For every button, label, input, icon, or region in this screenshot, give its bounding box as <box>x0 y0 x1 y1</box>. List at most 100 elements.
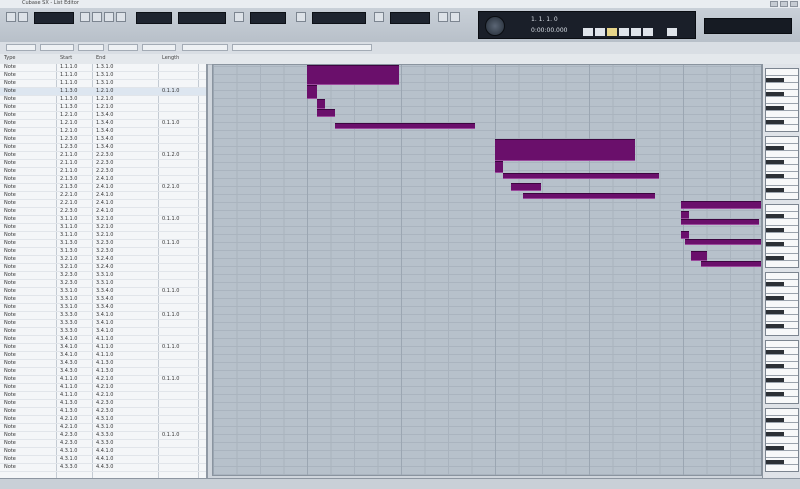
midi-note[interactable] <box>685 239 761 245</box>
midi-note[interactable] <box>495 139 635 161</box>
midi-note[interactable] <box>307 65 399 85</box>
list-row[interactable]: Note 4.1.1.0 4.2.1.0 0.1.1.0 <box>0 376 206 384</box>
note-grid[interactable] <box>212 64 762 476</box>
keyboard-octave[interactable] <box>765 408 799 472</box>
record-button[interactable] <box>643 28 653 36</box>
cycle-button[interactable] <box>607 28 617 36</box>
keyboard-octave[interactable] <box>765 204 799 268</box>
filter-item[interactable] <box>40 44 74 51</box>
list-row[interactable]: Note 3.1.1.0 3.2.1.0 <box>0 232 206 240</box>
list-row[interactable]: Note 3.3.3.0 3.4.1.0 0.1.1.0 <box>0 312 206 320</box>
list-row[interactable]: Note 1.1.3.0 1.2.1.0 <box>0 96 206 104</box>
listen-button[interactable] <box>18 12 28 22</box>
punch-button[interactable] <box>667 28 677 36</box>
list-row[interactable]: Note 2.1.1.0 2.2.3.0 <box>0 160 206 168</box>
forward-button[interactable] <box>595 28 605 36</box>
list-row[interactable]: Note 3.3.3.0 3.4.1.0 <box>0 320 206 328</box>
length-display[interactable] <box>178 12 226 24</box>
midi-note[interactable] <box>511 183 541 191</box>
list-row[interactable]: Note 1.2.3.0 1.3.4.0 <box>0 144 206 152</box>
filter-item[interactable] <box>78 44 104 51</box>
list-row[interactable]: Note 2.2.3.0 2.4.1.0 <box>0 208 206 216</box>
midi-note[interactable] <box>691 251 707 261</box>
column-header-length[interactable]: Length <box>162 55 179 61</box>
list-row[interactable]: Note 3.4.1.0 4.1.1.0 <box>0 336 206 344</box>
filter-item[interactable] <box>182 44 228 51</box>
list-row[interactable]: Note 3.2.1.0 3.2.4.0 <box>0 256 206 264</box>
list-row[interactable]: Note 1.2.1.0 1.3.4.0 0.1.1.0 <box>0 120 206 128</box>
midi-note[interactable] <box>681 231 689 239</box>
zoom-tool-button[interactable] <box>116 12 126 22</box>
midi-note[interactable] <box>317 99 325 109</box>
list-row[interactable]: Note 4.2.3.0 4.3.3.0 <box>0 440 206 448</box>
rewind-button[interactable] <box>583 28 593 36</box>
colors-button[interactable] <box>296 12 306 22</box>
midi-note[interactable] <box>307 85 317 99</box>
list-row[interactable]: Note 4.1.3.0 4.2.3.0 <box>0 408 206 416</box>
keyboard-octave[interactable] <box>765 272 799 336</box>
list-row[interactable]: Note 4.1.3.0 4.2.3.0 <box>0 400 206 408</box>
insert-velocity-display[interactable] <box>250 12 286 24</box>
help-button[interactable] <box>450 12 460 22</box>
list-row[interactable]: Note 1.1.3.0 1.2.1.0 <box>0 104 206 112</box>
solo-button[interactable] <box>6 12 16 22</box>
keyboard-octave[interactable] <box>765 136 799 200</box>
midi-note[interactable] <box>317 109 335 117</box>
column-header-start[interactable]: Start <box>60 55 72 61</box>
keyboard-octave[interactable] <box>765 68 799 132</box>
midi-note[interactable] <box>495 161 503 173</box>
column-header-end[interactable]: End <box>96 55 106 61</box>
midi-note[interactable] <box>681 201 761 209</box>
draw-tool-button[interactable] <box>92 12 102 22</box>
list-row[interactable]: Note 3.2.3.0 3.3.1.0 <box>0 280 206 288</box>
list-row[interactable]: Note 4.2.1.0 4.3.1.0 <box>0 416 206 424</box>
midi-note[interactable] <box>681 211 689 219</box>
list-row[interactable]: Note 4.3.1.0 4.4.1.0 <box>0 456 206 464</box>
list-row[interactable]: Note 1.2.1.0 1.3.4.0 <box>0 112 206 120</box>
list-row[interactable]: Note 3.3.3.0 3.4.1.0 <box>0 328 206 336</box>
play-button[interactable] <box>631 28 641 36</box>
list-row[interactable]: Note 4.1.1.0 4.2.1.0 <box>0 384 206 392</box>
list-row[interactable]: Note 1.1.3.0 1.2.1.0 0.1.1.0 <box>0 88 206 96</box>
filter-item[interactable] <box>6 44 36 51</box>
snap-button[interactable] <box>234 12 244 22</box>
midi-note[interactable] <box>503 173 659 179</box>
maximize-button[interactable] <box>780 1 788 7</box>
list-row[interactable]: Note 3.1.3.0 3.2.3.0 <box>0 248 206 256</box>
list-row[interactable]: Note 2.2.1.0 2.4.1.0 <box>0 200 206 208</box>
list-row[interactable]: Note 3.4.3.0 4.1.3.0 <box>0 368 206 376</box>
list-row[interactable]: Note 3.2.1.0 3.2.4.0 <box>0 264 206 272</box>
minimize-button[interactable] <box>770 1 778 7</box>
filter-item[interactable] <box>108 44 138 51</box>
list-row[interactable]: Note 3.4.1.0 4.1.1.0 <box>0 352 206 360</box>
list-row[interactable]: Note 4.2.1.0 4.3.1.0 <box>0 424 206 432</box>
stop-button[interactable] <box>619 28 629 36</box>
list-row[interactable]: Note 1.2.1.0 1.3.4.0 <box>0 128 206 136</box>
list-row[interactable]: Note 3.4.1.0 4.1.1.0 0.1.1.0 <box>0 344 206 352</box>
quantize-display[interactable] <box>136 12 172 24</box>
midi-note[interactable] <box>701 261 761 267</box>
part-display[interactable] <box>34 12 74 24</box>
list-row[interactable]: Note 1.1.1.0 1.3.1.0 <box>0 80 206 88</box>
list-row[interactable]: Note 3.1.3.0 3.2.3.0 0.1.1.0 <box>0 240 206 248</box>
list-row[interactable]: Note 3.2.3.0 3.3.1.0 <box>0 272 206 280</box>
midi-note[interactable] <box>523 193 655 199</box>
list-row[interactable]: Note 4.3.3.0 4.4.3.0 <box>0 464 206 472</box>
keyboard-octave[interactable] <box>765 340 799 404</box>
list-row[interactable]: Note 4.1.1.0 4.2.1.0 <box>0 392 206 400</box>
jog-knob[interactable] <box>485 16 505 36</box>
mask-button[interactable] <box>374 12 384 22</box>
list-row[interactable]: Note 3.4.3.0 4.1.3.0 <box>0 360 206 368</box>
column-header-type[interactable]: Type <box>4 55 15 61</box>
list-row[interactable]: Note 1.2.3.0 1.3.4.0 <box>0 136 206 144</box>
list-row[interactable]: Note 3.1.1.0 3.2.1.0 0.1.1.0 <box>0 216 206 224</box>
midi-note[interactable] <box>681 219 759 225</box>
list-row[interactable]: Note 2.1.1.0 2.2.3.0 <box>0 168 206 176</box>
erase-tool-button[interactable] <box>104 12 114 22</box>
color-scheme-display[interactable] <box>312 12 366 24</box>
close-button[interactable] <box>790 1 798 7</box>
filter-item[interactable] <box>232 44 372 51</box>
list-row[interactable]: Note 1.1.1.0 1.3.1.0 <box>0 72 206 80</box>
list-row[interactable]: Note 3.3.1.0 3.3.4.0 0.1.1.0 <box>0 288 206 296</box>
list-row[interactable]: Note 1.1.1.0 1.3.1.0 <box>0 64 206 72</box>
